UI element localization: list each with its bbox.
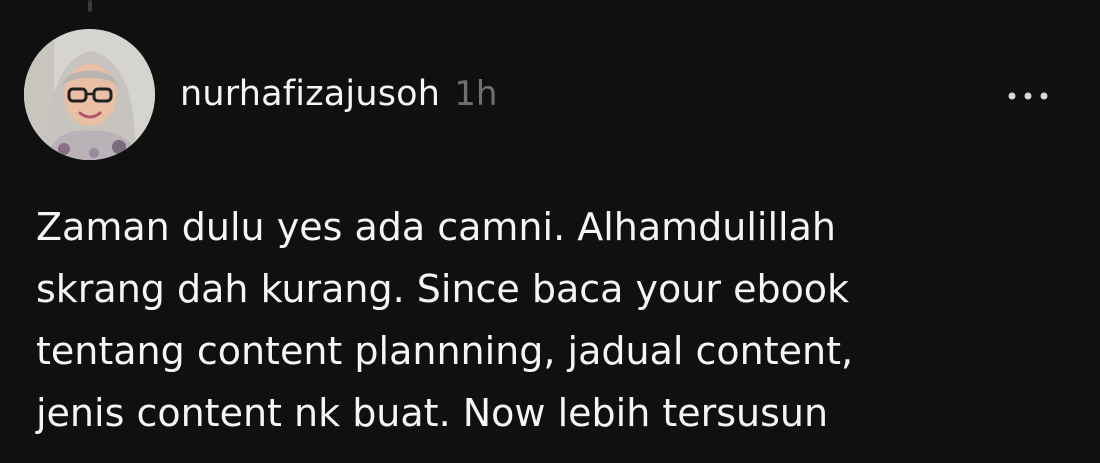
post-body-line: jenis content nk buat. Now lebih tersusu… (36, 391, 829, 435)
username[interactable]: nurhafizajusoh (180, 74, 440, 114)
more-options-button[interactable] (1000, 82, 1056, 110)
thread-post: nurhafizajusoh 1h Zaman dulu yes ada cam… (0, 0, 1100, 463)
post-body-line: Zaman dulu yes ada camni. Alhamdulillah (36, 205, 836, 249)
timestamp: 1h (454, 74, 498, 114)
avatar-photo (24, 29, 155, 160)
more-horizontal-icon (1008, 92, 1048, 100)
post-body-line: skrang dah kurang. Since baca your ebook (36, 267, 850, 311)
thread-connector-line (88, 0, 92, 12)
post-body-line: tentang content plannning, jadual conten… (36, 329, 854, 373)
avatar[interactable] (24, 29, 155, 160)
post-header: nurhafizajusoh 1h (180, 74, 497, 122)
post-body: Zaman dulu yes ada camni. Alhamdulillah … (36, 196, 1056, 444)
